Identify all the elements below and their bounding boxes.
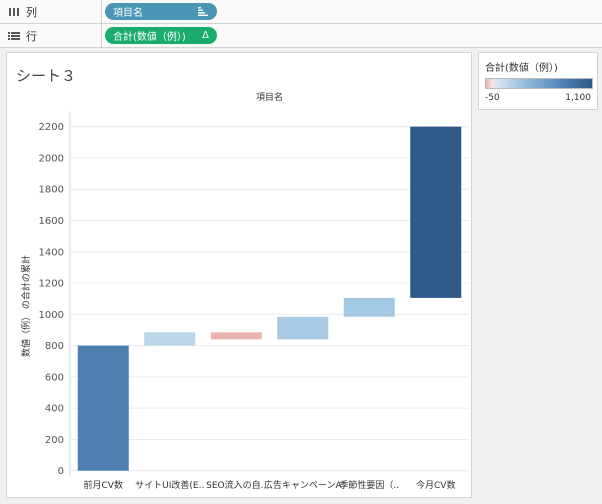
delta-icon: Δ [202, 30, 209, 41]
y-tick-label: 2000 [39, 153, 64, 164]
rows-pill[interactable]: 合計(数値（例）) Δ [105, 27, 217, 44]
columns-shelf: 列 項目名 [0, 0, 602, 24]
rows-icon [8, 31, 20, 40]
top-axis-label: 項目名 [256, 91, 283, 103]
rows-shelf-label: 行 [0, 24, 102, 47]
waterfall-chart: 項目名 0 200 400 600 800 1000 1200 1400 1600 1800 2000… [20, 91, 469, 491]
waterfall-bar [410, 126, 462, 298]
legend-max-label: 1,100 [565, 93, 591, 103]
y-tick-label: 600 [45, 372, 64, 383]
color-legend[interactable]: 合計(数値（例）) -50 1,100 [478, 52, 598, 110]
x-tick-label: 前月CV数 [84, 479, 123, 491]
x-tick-label: 季節性要因（.. [339, 479, 399, 491]
columns-icon [9, 7, 19, 16]
waterfall-bar [343, 297, 395, 317]
y-tick-label: 1600 [39, 216, 64, 227]
worksheet: シート３ 項目名 0 200 400 600 800 1000 1200 1400 1600 180… [6, 52, 472, 498]
y-tick-label: 2200 [39, 122, 64, 133]
x-tick-label: SEO流入の自.. [206, 479, 266, 491]
y-tick-label: 400 [45, 404, 64, 415]
legend-min-label: -50 [485, 93, 500, 103]
y-tick-label: 1800 [39, 185, 64, 196]
y-tick-label: 800 [45, 341, 64, 352]
y-tick-label: 1000 [39, 310, 64, 321]
waterfall-bar [144, 332, 196, 346]
waterfall-bar [77, 345, 129, 471]
x-tick-label: 広告キャンペーンA [264, 479, 343, 491]
x-tick-label: サイトUI改善(E.. [135, 479, 204, 491]
rows-pill-label: 合計(数値（例）) [113, 32, 186, 43]
sort-descending-icon [198, 7, 208, 16]
columns-pill-label: 項目名 [113, 8, 143, 19]
waterfall-bar [210, 332, 262, 340]
rows-label-text: 行 [26, 29, 37, 43]
rows-shelf: 行 合計(数値（例）) Δ [0, 24, 602, 48]
y-axis-title: 数値（例） の合計の累計 [20, 255, 32, 357]
y-tick-label: 0 [58, 466, 64, 477]
y-tick-label: 1200 [39, 279, 64, 290]
columns-label-text: 列 [26, 5, 37, 19]
legend-color-ramp [485, 78, 593, 89]
legend-title: 合計(数値（例）) [485, 63, 558, 74]
y-tick-label: 1400 [39, 247, 64, 258]
columns-pill[interactable]: 項目名 [105, 3, 217, 20]
columns-shelf-label: 列 [0, 0, 102, 23]
y-tick-label: 200 [45, 435, 64, 446]
x-tick-label: 今月CV数 [416, 479, 455, 491]
waterfall-bar [277, 316, 329, 340]
